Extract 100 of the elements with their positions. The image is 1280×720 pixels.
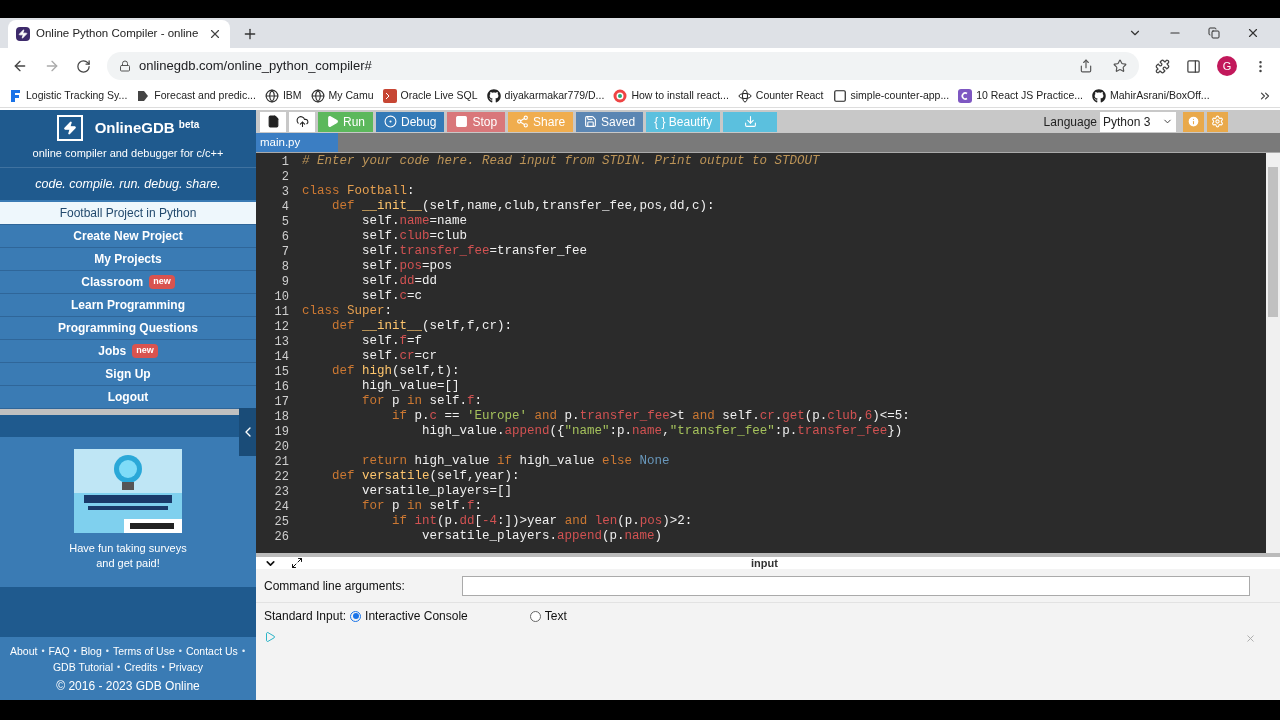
sidebar-item[interactable]: Football Project in Python: [0, 202, 256, 225]
toolbar-button[interactable]: Saved: [576, 111, 644, 132]
code-line: def __init__(self,f,cr):: [331, 319, 513, 334]
args-label: Command line arguments:: [264, 577, 406, 595]
sidebar-item[interactable]: Programming Questions: [0, 317, 256, 340]
site-logo-icon: [16, 27, 30, 41]
url-text: onlinegdb.com/online_python_compiler#: [139, 57, 372, 76]
github-icon: [1091, 88, 1106, 103]
bookmark[interactable]: simple-counter-app...: [832, 87, 950, 104]
bookmark[interactable]: Counter React: [737, 87, 824, 104]
reload-icon[interactable]: [76, 58, 91, 74]
address-bar[interactable]: onlinegdb.com/online_python_compiler#: [107, 52, 1139, 80]
toolbar-button[interactable]: Debug: [376, 111, 445, 132]
share-icon[interactable]: [1079, 59, 1093, 73]
bookmark[interactable]: diyakarmakar779/D...: [486, 87, 605, 104]
bookmark[interactable]: 10 React JS Practice...: [958, 87, 1083, 104]
github-icon: [486, 88, 501, 103]
line-number: 3: [280, 183, 289, 201]
bookmark[interactable]: How to install react...: [613, 87, 729, 104]
code-line: self.c=c: [361, 289, 423, 304]
radio-option[interactable]: Interactive Console: [350, 607, 468, 625]
footer-link[interactable]: Terms of Use: [112, 642, 175, 659]
footer-link[interactable]: FAQ: [48, 642, 70, 659]
back-icon[interactable]: [12, 58, 28, 74]
footer-link[interactable]: Contact Us: [185, 642, 238, 659]
line-number: 19: [273, 423, 289, 441]
args-input-field[interactable]: [462, 575, 1250, 596]
line-number: 17: [273, 393, 289, 411]
line-number: 25: [273, 513, 289, 531]
footer-link[interactable]: Credits: [124, 658, 158, 675]
footer-link[interactable]: Privacy: [168, 658, 204, 675]
footer-link[interactable]: Blog: [80, 642, 102, 659]
file-tab[interactable]: main.py: [256, 133, 338, 152]
code-line: # Enter your code here. Read input from STDIN. Print output to STDOUT: [302, 154, 820, 169]
code-line: versatile_players.append(p.name): [421, 529, 663, 544]
save-icon: [584, 115, 598, 128]
new-tab-icon[interactable]: [242, 26, 258, 42]
sidebar-item[interactable]: Sign Up: [0, 363, 256, 386]
close-icon[interactable]: [208, 27, 222, 41]
ad-caption: Have fun taking surveys and get paid!: [68, 541, 188, 571]
restore-icon[interactable]: [1208, 27, 1220, 39]
sidebar-item[interactable]: Create New Project: [0, 225, 256, 248]
line-number: 1: [280, 153, 289, 171]
bookmark[interactable]: Logistic Tracking Sy...: [8, 87, 128, 104]
toolbar-button[interactable]: Run: [318, 111, 373, 132]
code-line: return high_value if high_value else None: [361, 454, 670, 469]
line-number: 11: [273, 303, 289, 321]
extensions-icon[interactable]: [1155, 58, 1170, 74]
close-icon[interactable]: [1246, 26, 1260, 40]
globe-icon: [264, 88, 279, 103]
share-icon: [516, 115, 530, 128]
footer-link[interactable]: GDB Tutorial: [52, 658, 114, 675]
code-line: if p.c == 'Europe' and p.transfer_fee>t and self.cr.get(p.club,6)<=5:: [391, 409, 910, 424]
line-number: 13: [273, 333, 289, 351]
bookmark[interactable]: Forecast and predic...: [136, 87, 256, 104]
collapse-sidebar-button[interactable]: [239, 408, 256, 456]
side-panel-icon[interactable]: [1186, 58, 1201, 74]
new-file-icon: [266, 115, 280, 128]
square-icon: [832, 88, 847, 103]
icon-button[interactable]: [289, 111, 315, 132]
bookmark[interactable]: My Camu: [310, 87, 374, 104]
lock-icon: [119, 60, 131, 72]
terminal-icon: [382, 88, 397, 103]
bookmark[interactable]: Oracle Live SQL: [382, 87, 478, 104]
sidebar-item[interactable]: My Projects: [0, 248, 256, 271]
browser-tab[interactable]: Online Python Compiler - online: [8, 20, 230, 48]
expand-icon[interactable]: [291, 557, 303, 569]
icon-button[interactable]: [260, 111, 286, 132]
sidebar-item[interactable]: Jobs new: [0, 340, 256, 363]
code-line: class Super:: [302, 304, 393, 319]
code-line: def __init__(self,name,club,transfer_fee,pos,dd,c):: [331, 199, 715, 214]
sidebar-item[interactable]: Learn Programming: [0, 294, 256, 317]
line-number: 4: [280, 198, 289, 216]
line-number: 14: [273, 348, 289, 366]
line-number: 21: [273, 453, 289, 471]
new-badge: new: [149, 275, 175, 289]
bookmark-star-icon[interactable]: [1113, 59, 1127, 73]
radio-option[interactable]: Text: [529, 607, 567, 625]
scrollbar[interactable]: [1266, 153, 1280, 553]
sidebar-item[interactable]: Classroom new: [0, 271, 256, 294]
bookmark[interactable]: MahirAsrani/BoxOff...: [1091, 87, 1210, 104]
play-icon: [326, 115, 339, 128]
new-badge: new: [132, 344, 158, 358]
radio-button[interactable]: [529, 610, 541, 622]
code-line: self.transfer_fee=transfer_fee: [361, 244, 588, 259]
debug-icon: [384, 115, 397, 128]
footer-link[interactable]: About: [9, 642, 38, 659]
console-prompt-icon: [264, 631, 276, 643]
line-number: 2: [280, 168, 289, 186]
bookmark[interactable]: IBM: [264, 87, 302, 104]
code-line: def versatile(self,year):: [331, 469, 520, 484]
code-line: self.dd=dd: [361, 274, 438, 289]
line-number: 22: [273, 468, 289, 486]
ring-logo-icon: [613, 88, 628, 103]
toolbar-button[interactable]: Stop: [447, 111, 506, 132]
line-number: 10: [273, 288, 289, 306]
profile-avatar[interactable]: G: [1217, 56, 1237, 76]
language-select[interactable]: Python 3: [1100, 111, 1176, 132]
line-number: 18: [273, 408, 289, 426]
line-number: 5: [280, 213, 289, 231]
